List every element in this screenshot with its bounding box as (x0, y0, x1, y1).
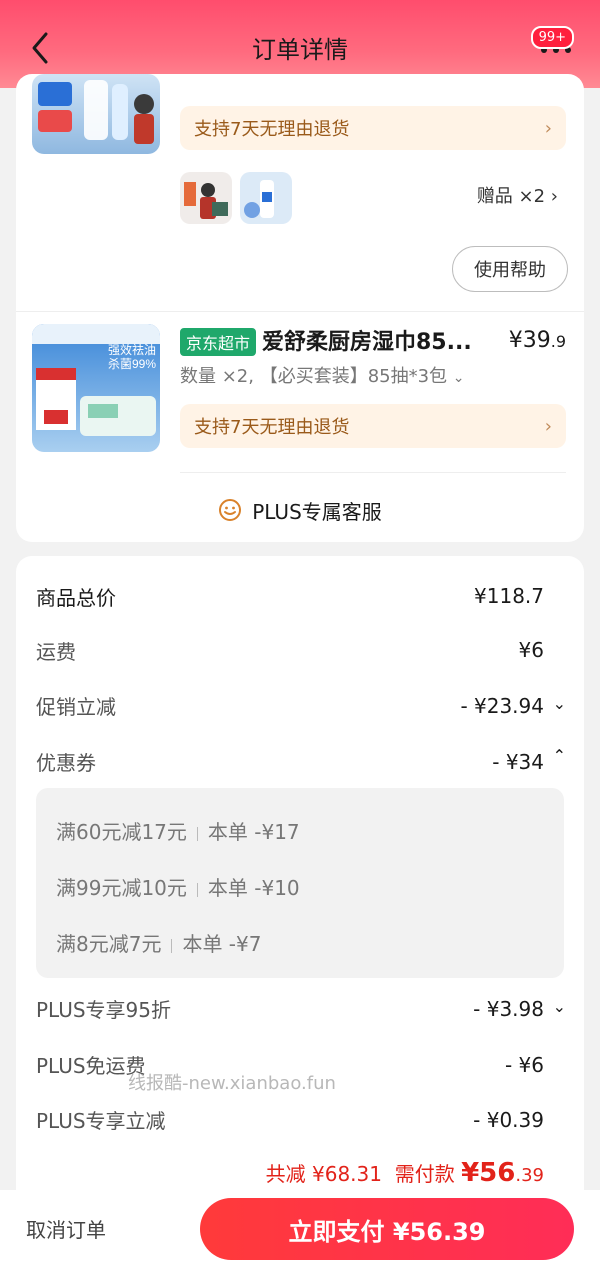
coupon-value[interactable]: - ¥34 (492, 750, 544, 774)
product2-spec-text: 数量 ×2, 【必买套装】85抽*3包 (180, 366, 448, 387)
watermark-text: 线报酷-new.xianbao.fun (128, 1073, 336, 1094)
divider (16, 311, 584, 312)
coupon-detail: 本单 -¥7 (182, 932, 262, 956)
shipping-value: ¥6 (518, 638, 544, 662)
chevron-up-icon[interactable]: ⌃ (553, 746, 566, 765)
plus-service-label: PLUS专属客服 (252, 499, 382, 524)
chevron-down-icon: ⌄ (452, 370, 465, 386)
product2-price-dec: .9 (550, 332, 566, 351)
pay-now-button[interactable]: 立即支付 ¥56.39 (200, 1198, 574, 1260)
product2-price-int: ¥39 (508, 328, 551, 353)
promo-value[interactable]: - ¥23.94 (460, 694, 544, 718)
coupon-name: 满8元减7元 (56, 932, 162, 956)
plus-service-button[interactable]: PLUS专属客服 (16, 488, 584, 532)
coupon-item: 满60元减17元 本单 -¥17 (56, 816, 300, 845)
plus95-value[interactable]: - ¥3.98 (473, 997, 544, 1021)
coupon-detail: 本单 -¥10 (207, 876, 300, 900)
subtotal-label: 商品总价 (36, 586, 116, 610)
product2-spec[interactable]: 数量 ×2, 【必买套装】85抽*3包 ⌄ (180, 362, 465, 388)
divider (180, 472, 566, 473)
bottom-action-bar: 取消订单 立即支付 ¥56.39 (0, 1190, 600, 1279)
subtotal-value: ¥118.7 (474, 584, 544, 608)
message-badge: 99+ (530, 26, 574, 49)
page-title: 订单详情 (252, 36, 348, 64)
coupon-label: 优惠券 (36, 751, 96, 775)
return-policy-2[interactable]: 支持7天无理由退货 › (180, 404, 566, 448)
need-pay-int: ¥56 (461, 1158, 516, 1188)
divider (196, 826, 198, 841)
chevron-down-icon[interactable]: ⌄ (553, 997, 566, 1016)
gift-image-2[interactable] (240, 172, 292, 224)
promo-label: 促销立减 (36, 695, 116, 719)
coupon-name: 满99元减10元 (56, 876, 187, 900)
chevron-down-icon[interactable]: ⌄ (553, 694, 566, 713)
payment-summary: 共减 ¥68.31 需付款 ¥56.39 (266, 1158, 544, 1188)
coupon-detail-box: 满60元减17元 本单 -¥17 满99元减10元 本单 -¥10 满8元减7元 本单… (36, 788, 564, 978)
product2-image[interactable]: 强效祛油 杀菌99% (32, 324, 160, 452)
divider (196, 882, 198, 897)
coupon-name: 满60元减17元 (56, 820, 187, 844)
plus95-label: PLUS专享95折 (36, 998, 171, 1022)
store-tag: 京东超市 (180, 328, 257, 356)
need-pay-dec: .39 (515, 1165, 544, 1186)
need-pay-label: 需付款 (394, 1162, 455, 1186)
plus-discount-value: - ¥0.39 (473, 1108, 544, 1132)
help-button[interactable]: 使用帮助 (452, 246, 568, 292)
price-card: 商品总价 ¥118.7 运费 ¥6 促销立减 - ¥23.94 ⌄ 优惠券 - … (16, 556, 584, 1236)
coupon-item: 满8元减7元 本单 -¥7 (56, 928, 261, 957)
return-policy-text: 支持7天无理由退货 (194, 417, 350, 438)
coupon-item: 满99元减10元 本单 -¥10 (56, 872, 300, 901)
product2-price: ¥39.9 (509, 328, 566, 353)
return-policy-1[interactable]: 支持7天无理由退货 › (180, 106, 566, 150)
gift-count-link[interactable]: 赠品 ×2 › (477, 182, 558, 208)
chevron-right-icon: › (544, 416, 552, 437)
gift-count-text: 赠品 ×2 (476, 186, 546, 207)
product-card: 支持7天无理由退货 › 赠品 ×2 › 使用帮助 强效祛油 杀菌99% 京东超市… (16, 74, 584, 542)
return-policy-text: 支持7天无理由退货 (194, 119, 350, 140)
coupon-detail: 本单 -¥17 (207, 820, 300, 844)
plus-free-ship-value: - ¥6 (504, 1053, 544, 1077)
shipping-label: 运费 (36, 640, 76, 664)
gift-image-1[interactable] (180, 172, 232, 224)
product1-image[interactable] (32, 74, 160, 154)
chevron-right-icon: › (544, 118, 552, 139)
cancel-order-button[interactable]: 取消订单 (26, 1214, 106, 1243)
divider (171, 938, 173, 953)
total-discount: 共减 ¥68.31 (265, 1162, 382, 1186)
plus-discount-label: PLUS专享立减 (36, 1109, 166, 1133)
svg-text:杀菌99%: 杀菌99% (108, 356, 156, 371)
product2-title[interactable]: 爱舒柔厨房湿巾85... (262, 324, 472, 356)
smile-service-icon (218, 498, 242, 522)
svg-text:强效祛油: 强效祛油 (108, 342, 156, 357)
